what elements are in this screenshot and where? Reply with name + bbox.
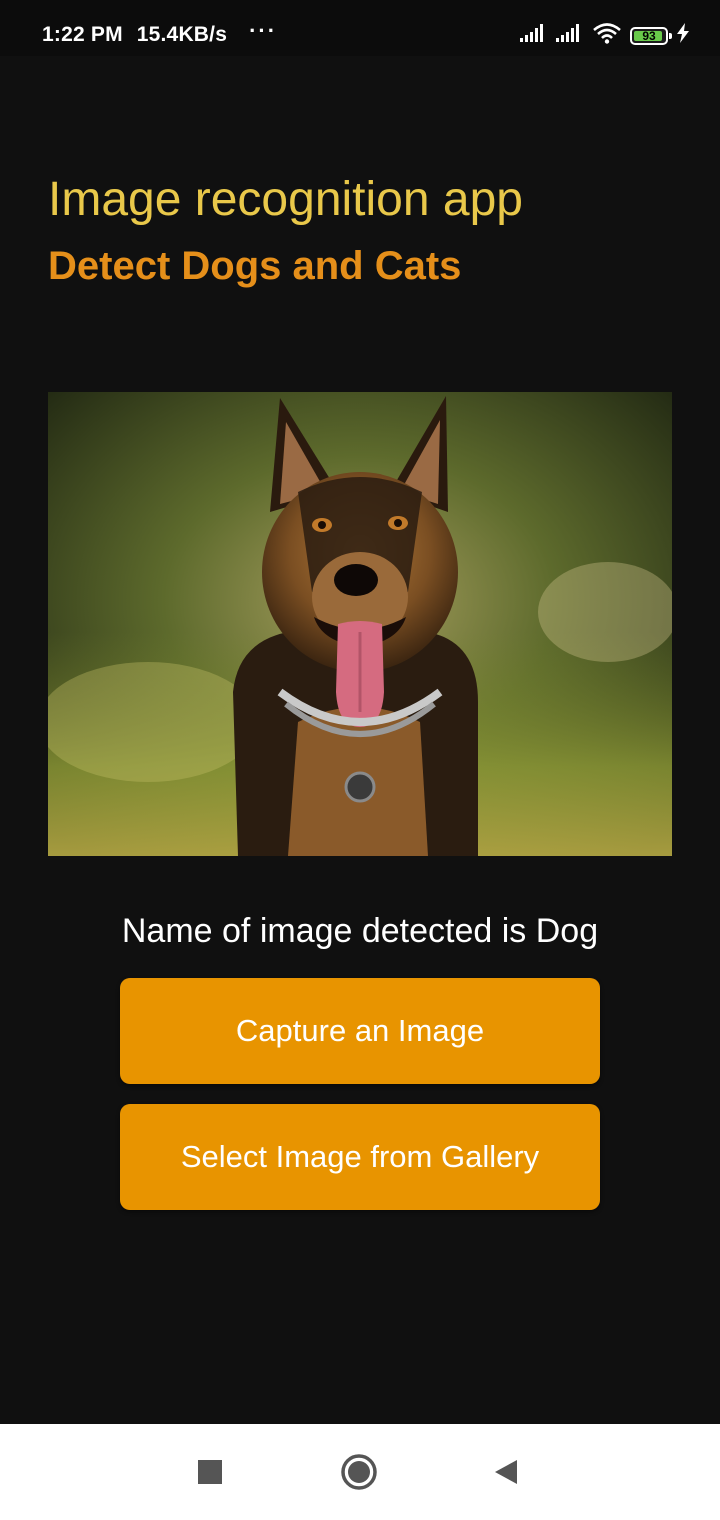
capture-image-button[interactable]: Capture an Image: [120, 978, 600, 1084]
status-net-speed: 15.4KB/s: [136, 23, 228, 46]
home-button[interactable]: [339, 1452, 379, 1492]
dog-photo-illustration: [48, 392, 672, 856]
capture-image-label: Capture an Image: [235, 1013, 485, 1048]
app-subtitle: Detect Dogs and Cats: [48, 244, 462, 288]
status-time: 1:22 PM: [42, 23, 123, 46]
circle-home-icon: [341, 1454, 377, 1490]
detected-image: [48, 392, 672, 856]
status-right: 93: [520, 22, 690, 49]
triangle-back-icon: [495, 1460, 517, 1484]
status-left: 1:22 PM 15.4KB/s ···: [42, 18, 277, 48]
status-bar: 1:22 PM 15.4KB/s ··· 93: [0, 0, 720, 56]
battery-percent: 93: [642, 28, 656, 43]
battery-icon: 93: [630, 26, 672, 45]
signal-icon: [520, 24, 548, 47]
square-recent-icon: [198, 1460, 222, 1484]
select-from-gallery-button[interactable]: Select Image from Gallery: [120, 1104, 600, 1210]
back-button[interactable]: [486, 1452, 526, 1492]
select-from-gallery-label: Select Image from Gallery: [180, 1139, 540, 1174]
wifi-icon: [592, 22, 622, 49]
more-notifications-icon: ···: [249, 18, 278, 43]
app-title: Image recognition app: [48, 173, 523, 226]
detection-result: Name of image detected is Dog: [121, 912, 599, 950]
charging-bolt-icon: [676, 23, 690, 48]
signal-icon-2: [556, 24, 584, 47]
recent-apps-button[interactable]: [190, 1452, 230, 1492]
navigation-bar: [0, 1424, 720, 1520]
